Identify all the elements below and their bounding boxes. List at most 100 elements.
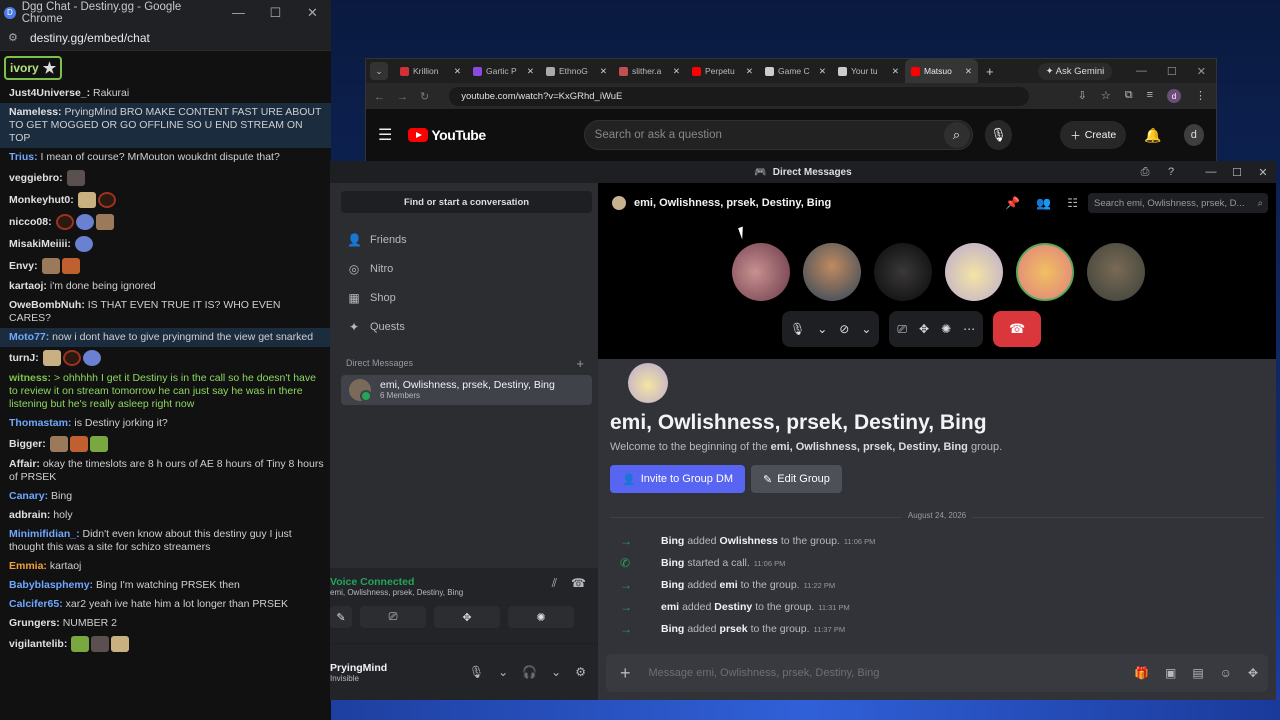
mic-icon[interactable]: 🎙 — [790, 322, 805, 336]
dm-list-item-group[interactable]: emi, Owlishness, prsek, Destiny, Bing 6 … — [341, 375, 592, 405]
member-list-icon[interactable]: ☷ — [1067, 196, 1078, 210]
tab-close-icon[interactable]: ✕ — [892, 66, 899, 77]
chat-username[interactable]: Envy: — [9, 260, 38, 272]
flair-button[interactable]: ivory ★ — [4, 55, 63, 80]
chevron-down-icon[interactable]: ⌄ — [861, 322, 871, 336]
pin-icon[interactable]: 📌 — [1005, 196, 1020, 210]
hamburger-menu-icon[interactable]: ☰ — [378, 125, 392, 145]
chat-username[interactable]: Calcifer65: — [9, 598, 63, 610]
search-icon[interactable]: ⌕ — [943, 122, 970, 148]
new-tab-button[interactable]: + — [986, 64, 994, 79]
chat-username[interactable]: kartaoj: — [9, 280, 47, 292]
media-icon[interactable]: ≡ — [1147, 89, 1153, 103]
yt-close-button[interactable]: ✕ — [1197, 65, 1206, 78]
system-actor[interactable]: emi — [661, 601, 679, 613]
nav-item-quests[interactable]: ✦ Quests — [330, 312, 598, 341]
install-icon[interactable]: ⇩ — [1078, 89, 1087, 103]
participant-avatar[interactable] — [874, 243, 932, 301]
invite-to-group-button[interactable]: 👤 Invite to Group DM — [610, 465, 746, 493]
camera-button[interactable]: ✎ — [330, 606, 352, 628]
bookmark-star-icon[interactable]: ☆ — [1101, 89, 1111, 103]
system-target[interactable]: emi — [720, 579, 738, 591]
chat-address-bar[interactable]: ⚙ destiny.gg/embed/chat — [0, 25, 331, 51]
nav-item-shop[interactable]: ▦ Shop — [330, 283, 598, 312]
create-dm-plus-icon[interactable]: + — [576, 356, 584, 371]
chat-username[interactable]: Affair: — [9, 458, 40, 470]
yt-url-input[interactable]: youtube.com/watch?v=KxGRhd_iWuE — [449, 86, 1030, 106]
participant-avatar[interactable] — [732, 243, 790, 301]
more-options-icon[interactable]: ⋯ — [963, 322, 975, 336]
browser-tab[interactable]: Your tu ✕ — [832, 59, 905, 83]
soundboard-button[interactable]: ✺ — [508, 606, 574, 628]
mute-mic-icon[interactable]: 🎙 — [469, 665, 484, 679]
find-conversation-input[interactable]: Find or start a conversation — [341, 191, 592, 213]
tab-close-icon[interactable]: ✕ — [819, 66, 826, 77]
chat-username[interactable]: Just4Universe_: — [9, 87, 90, 99]
chat-username[interactable]: Emmia: — [9, 560, 47, 572]
chat-username[interactable]: Grungers: — [9, 617, 60, 629]
chat-username[interactable]: Babyblasphemy: — [9, 579, 93, 591]
chevron-down-icon[interactable]: ⌄ — [551, 665, 561, 679]
emoji-icon[interactable]: ☺ — [1220, 666, 1232, 680]
add-friends-icon[interactable]: 👥 — [1036, 196, 1051, 210]
notifications-bell-icon[interactable]: 🔔 — [1144, 127, 1161, 144]
chat-username[interactable]: Minimifidian_: — [9, 528, 80, 540]
chat-username[interactable]: Monkeyhut0: — [9, 194, 74, 206]
camera-off-icon[interactable]: ⊘ — [839, 322, 849, 336]
nav-buttons[interactable]: ←→↻ — [374, 90, 441, 103]
deafen-headphones-icon[interactable]: 🎧 — [522, 665, 537, 679]
chat-username[interactable]: turnJ: — [9, 352, 39, 364]
ask-gemini-button[interactable]: ✦ Ask Gemini — [1037, 62, 1113, 80]
browser-tab[interactable]: EthnoG ✕ — [540, 59, 613, 83]
system-actor[interactable]: Bing — [661, 623, 684, 635]
site-settings-icon[interactable]: ⚙ — [8, 31, 22, 44]
extensions-icon[interactable]: ⧉ — [1125, 89, 1133, 103]
tab-close-icon[interactable]: ✕ — [673, 66, 680, 77]
tab-close-icon[interactable]: ✕ — [600, 66, 607, 77]
tab-close-icon[interactable]: ✕ — [527, 66, 534, 77]
system-target[interactable]: Owlishness — [720, 535, 778, 547]
system-target[interactable]: Destiny — [714, 601, 752, 613]
chevron-down-icon[interactable]: ⌄ — [817, 322, 827, 336]
screenshare-icon[interactable]: ⎚ — [897, 322, 907, 337]
gift-icon[interactable]: 🎁 — [1134, 666, 1149, 680]
nav-item-nitro[interactable]: ◎ Nitro — [330, 254, 598, 283]
profile-avatar[interactable]: d — [1167, 89, 1181, 103]
chrome-menu-icon[interactable]: ⋮ — [1195, 89, 1206, 103]
chat-username[interactable]: OweBombNuh: — [9, 299, 85, 311]
soundboard-icon[interactable]: ✺ — [941, 322, 951, 336]
create-button[interactable]: ＋ Create — [1060, 121, 1127, 149]
chat-username[interactable]: MisakiMeiiii: — [9, 238, 71, 250]
chat-username[interactable]: Nameless: — [9, 106, 62, 118]
hang-up-button[interactable]: ☎ — [993, 311, 1042, 347]
tab-close-icon[interactable]: ✕ — [454, 66, 461, 77]
nav-item-friends[interactable]: 👤 Friends — [330, 225, 598, 254]
browser-tab[interactable]: Krillion ✕ — [394, 59, 467, 83]
noise-suppression-icon[interactable]: ⫽ — [552, 576, 557, 591]
activities-button[interactable]: ✥ — [434, 606, 500, 628]
message-input[interactable]: + Message emi, Owlishness, prsek, Destin… — [606, 654, 1268, 692]
sticker-icon[interactable]: ▤ — [1192, 666, 1203, 680]
chat-username[interactable]: Thomastam: — [9, 417, 71, 429]
participant-avatar[interactable] — [1087, 243, 1145, 301]
browser-tab[interactable]: Perpetu ✕ — [686, 59, 759, 83]
user-settings-gear-icon[interactable]: ⚙ — [575, 665, 586, 679]
discord-maximize-button[interactable]: ☐ — [1224, 166, 1250, 179]
voice-search-mic-icon[interactable]: 🎙 — [984, 120, 1013, 150]
inbox-icon[interactable]: ⎙ — [1132, 166, 1158, 179]
tab-search-dropdown-icon[interactable]: ⌄ — [370, 62, 388, 80]
apps-icon[interactable]: ✥ — [1248, 666, 1258, 680]
browser-tab[interactable]: Matsuo ✕ — [905, 59, 978, 83]
edit-group-button[interactable]: ✎ Edit Group — [751, 465, 842, 493]
chevron-down-icon[interactable]: ⌄ — [498, 665, 508, 679]
chat-username[interactable]: nicco08: — [9, 216, 52, 228]
youtube-logo[interactable]: YouTube — [408, 127, 486, 143]
chat-username[interactable]: Trius: — [9, 151, 38, 163]
youtube-avatar[interactable]: d — [1183, 124, 1204, 146]
screenshare-button[interactable]: ⎚ — [360, 606, 426, 628]
maximize-button[interactable]: ☐ — [257, 5, 294, 21]
browser-tab[interactable]: Game C ✕ — [759, 59, 832, 83]
close-button[interactable]: ✕ — [294, 5, 331, 21]
gif-icon[interactable]: ▣ — [1165, 666, 1176, 680]
system-actor[interactable]: Bing — [661, 557, 684, 569]
